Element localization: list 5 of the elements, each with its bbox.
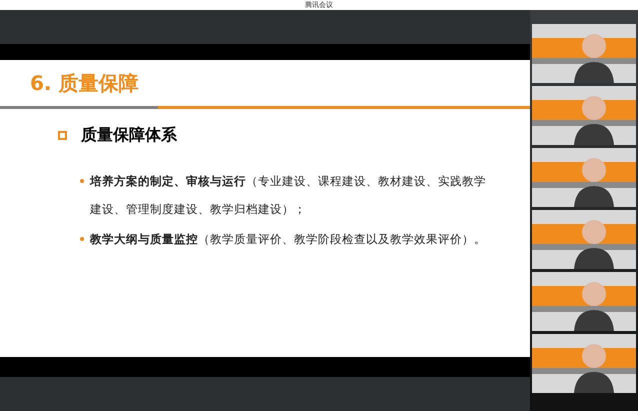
bullet-text: 培养方案的制定、审核与运行（专业建设、课程建设、教材建设、实践教学建设、管理制度建设、教学归档建设）； [90,173,487,218]
bullet-text: 教学大纲与质量监控（教学质量评价、教学阶段检查以及教学效果评价）。 [90,231,487,248]
square-bullet-icon [58,130,67,140]
slide-title: 6. 质量保障 [30,70,138,97]
slide-heading: 质量保障体系 [81,124,177,146]
